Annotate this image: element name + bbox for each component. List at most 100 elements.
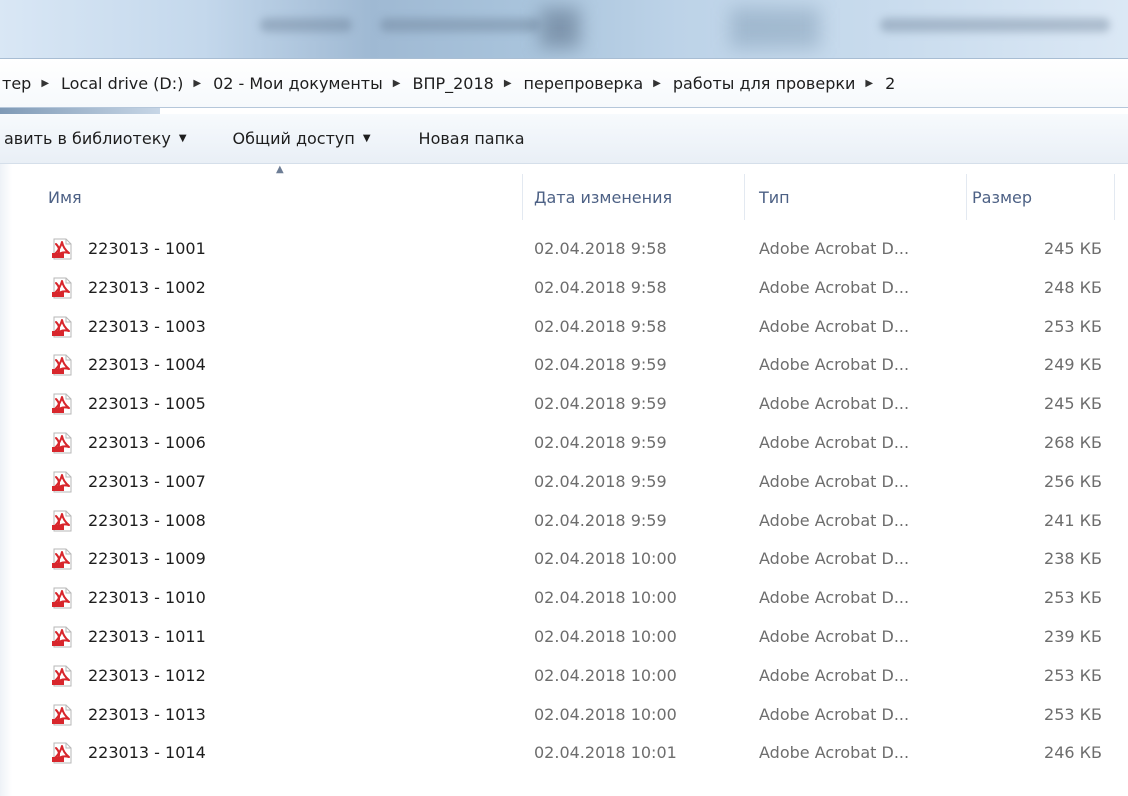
chevron-right-icon[interactable]: ▶ (865, 78, 873, 89)
column-header-name[interactable]: Имя (48, 168, 82, 228)
file-row[interactable]: 223013 - 1011 02.04.2018 10:00 Adobe Acrob… (0, 618, 1128, 657)
file-name: 223013 - 1007 (88, 471, 206, 491)
file-type: Adobe Acrobat D... (759, 665, 910, 685)
file-size: 268 КБ (1044, 432, 1102, 452)
file-size: 241 КБ (1044, 510, 1102, 530)
sort-up-icon: ▲ (276, 164, 284, 175)
breadcrumb-item[interactable]: тер ▶ (2, 74, 61, 93)
file-row[interactable]: 223013 - 1001 02.04.2018 9:58 Adobe Acroba… (0, 230, 1128, 269)
new-folder-label[interactable]: Новая папка (419, 129, 525, 148)
file-date-modified: 02.04.2018 10:00 (534, 704, 677, 724)
file-row[interactable]: 223013 - 1007 02.04.2018 9:59 Adobe Acroba… (0, 463, 1128, 502)
file-date-modified: 02.04.2018 9:59 (534, 510, 667, 530)
pdf-file-icon (52, 432, 72, 454)
file-date-modified: 02.04.2018 9:59 (534, 471, 667, 491)
file-size: 256 КБ (1044, 471, 1102, 491)
breadcrumb-item[interactable]: Local drive (D:) ▶ (61, 74, 213, 93)
breadcrumb-item[interactable]: работы для проверки ▶ (673, 74, 885, 93)
file-name: 223013 - 1006 (88, 432, 206, 452)
breadcrumb-item[interactable]: 2 (885, 74, 895, 93)
column-header-date[interactable]: Дата изменения (534, 168, 672, 228)
file-type: Adobe Acrobat D... (759, 394, 910, 414)
file-row[interactable]: 223013 - 1002 02.04.2018 9:58 Adobe Acroba… (0, 269, 1128, 308)
column-divider[interactable] (1114, 174, 1115, 220)
pdf-file-icon (52, 471, 72, 493)
file-row[interactable]: 223013 - 1013 02.04.2018 10:00 Adobe Acrob… (0, 696, 1128, 735)
file-row[interactable]: 223013 - 1005 02.04.2018 9:59 Adobe Acroba… (0, 385, 1128, 424)
chevron-right-icon[interactable]: ▶ (41, 78, 49, 89)
column-divider[interactable] (744, 174, 745, 220)
file-size: 253 КБ (1044, 665, 1102, 685)
file-row[interactable]: 223013 - 1008 02.04.2018 9:59 Adobe Acroba… (0, 502, 1128, 541)
file-row[interactable]: 223013 - 1012 02.04.2018 10:00 Adobe Acrob… (0, 657, 1128, 696)
file-name: 223013 - 1005 (88, 394, 206, 414)
breadcrumb-label[interactable]: Local drive (D:) (61, 74, 183, 93)
pdf-file-icon (52, 316, 72, 338)
file-date-modified: 02.04.2018 9:58 (534, 239, 667, 258)
breadcrumb-item[interactable]: 02 - Мои документы ▶ (213, 74, 412, 93)
file-row[interactable]: 223013 - 1009 02.04.2018 10:00 Adobe Acrob… (0, 540, 1128, 579)
file-size: 246 КБ (1044, 743, 1102, 763)
file-row[interactable]: 223013 - 1003 02.04.2018 9:58 Adobe Acroba… (0, 308, 1128, 347)
file-name: 223013 - 1010 (88, 588, 206, 608)
breadcrumb-label[interactable]: тер (2, 74, 31, 93)
breadcrumb-label[interactable]: 2 (885, 74, 895, 93)
file-type: Adobe Acrobat D... (759, 432, 910, 452)
chevron-down-icon[interactable]: ▼ (363, 133, 371, 144)
file-date-modified: 02.04.2018 9:58 (534, 277, 667, 297)
file-name: 223013 - 1013 (88, 704, 206, 724)
file-row[interactable]: 223013 - 1014 02.04.2018 10:01 Adobe Acrob… (0, 734, 1128, 773)
file-type: Adobe Acrobat D... (759, 704, 910, 724)
file-type: Adobe Acrobat D... (759, 471, 910, 491)
breadcrumb-label[interactable]: перепроверка (524, 74, 644, 93)
file-row[interactable]: 223013 - 1006 02.04.2018 9:59 Adobe Acroba… (0, 424, 1128, 463)
file-type: Adobe Acrobat D... (759, 549, 910, 569)
blurred-title-fragment (380, 18, 540, 32)
add-to-library-label[interactable]: авить в библиотеку (4, 129, 171, 148)
file-name: 223013 - 1012 (88, 665, 206, 685)
breadcrumb-label[interactable]: работы для проверки (673, 74, 856, 93)
file-row[interactable]: 223013 - 1010 02.04.2018 10:00 Adobe Acrob… (0, 579, 1128, 618)
file-size: 253 КБ (1044, 704, 1102, 724)
new-folder-button[interactable]: Новая папка (419, 129, 525, 148)
file-size: 245 КБ (1044, 394, 1102, 414)
pdf-file-icon (52, 238, 72, 260)
column-divider[interactable] (966, 174, 967, 220)
chevron-right-icon[interactable]: ▶ (504, 78, 512, 89)
column-header-size[interactable]: Размер (972, 168, 1032, 228)
file-type: Adobe Acrobat D... (759, 355, 910, 375)
chevron-right-icon[interactable]: ▶ (653, 78, 661, 89)
file-size: 253 КБ (1044, 588, 1102, 608)
breadcrumb-item[interactable]: перепроверка ▶ (524, 74, 673, 93)
file-date-modified: 02.04.2018 10:00 (534, 549, 677, 569)
pdf-file-icon (52, 354, 72, 376)
window-titlebar (0, 0, 1128, 58)
add-to-library-button[interactable]: авить в библиотеку ▼ (4, 129, 187, 148)
address-bar[interactable]: тер ▶ Local drive (D:) ▶ 02 - Мои докуме… (0, 58, 1128, 108)
pdf-file-icon (52, 548, 72, 570)
pdf-file-icon (52, 510, 72, 532)
file-row[interactable]: 223013 - 1004 02.04.2018 9:59 Adobe Acroba… (0, 346, 1128, 385)
chevron-right-icon[interactable]: ▶ (193, 78, 201, 89)
file-size: 253 КБ (1044, 316, 1102, 336)
file-type: Adobe Acrobat D... (759, 316, 910, 336)
breadcrumb-label[interactable]: ВПР_2018 (412, 74, 493, 93)
file-name: 223013 - 1011 (88, 626, 206, 646)
chevron-right-icon[interactable]: ▶ (393, 78, 401, 89)
breadcrumb-label[interactable]: 02 - Мои документы (213, 74, 383, 93)
column-header-type[interactable]: Тип (759, 168, 790, 228)
file-size: 238 КБ (1044, 549, 1102, 569)
column-divider[interactable] (522, 174, 523, 220)
file-date-modified: 02.04.2018 9:58 (534, 316, 667, 336)
blurred-title-fragment (260, 18, 352, 32)
file-date-modified: 02.04.2018 10:00 (534, 626, 677, 646)
blurred-taskbar-patch (540, 8, 580, 48)
chevron-down-icon[interactable]: ▼ (179, 133, 187, 144)
share-button[interactable]: Общий доступ ▼ (233, 129, 371, 148)
pdf-file-icon (52, 393, 72, 415)
file-name: 223013 - 1001 (88, 239, 206, 258)
file-type: Adobe Acrobat D... (759, 626, 910, 646)
breadcrumb-item[interactable]: ВПР_2018 ▶ (412, 74, 523, 93)
share-label[interactable]: Общий доступ (233, 129, 355, 148)
file-name: 223013 - 1014 (88, 743, 206, 763)
